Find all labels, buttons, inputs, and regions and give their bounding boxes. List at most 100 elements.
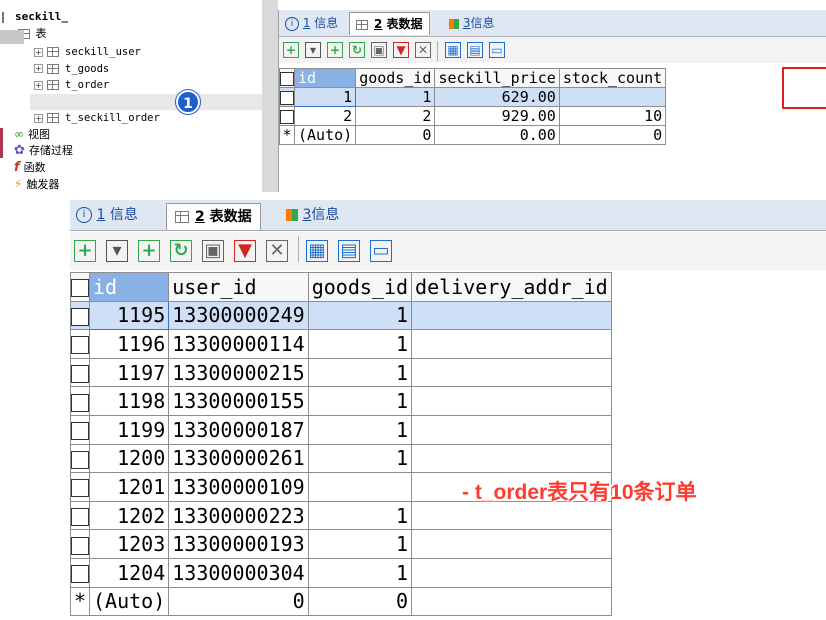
cell-id[interactable]: 1195: [88, 300, 170, 331]
row-checkbox[interactable]: [70, 386, 90, 416]
column-header-user-id[interactable]: user_id: [168, 272, 309, 302]
cell-id[interactable]: 1203: [88, 529, 170, 559]
cell-id[interactable]: 1204: [88, 557, 170, 588]
cell-seckill-price[interactable]: 929.00: [434, 106, 560, 126]
row-checkbox[interactable]: [70, 500, 90, 531]
cancel-icon[interactable]: ✕: [415, 42, 431, 58]
select-all-checkbox[interactable]: [279, 68, 295, 88]
table-row[interactable]: * (Auto) 0 0: [70, 586, 612, 617]
row-checkbox[interactable]: [70, 557, 90, 588]
table-row[interactable]: 1203 13300000193 1: [70, 529, 612, 559]
add-row-icon[interactable]: +: [74, 240, 96, 262]
tree-funcs[interactable]: f 函数: [2, 160, 46, 176]
row-checkbox[interactable]: [279, 106, 295, 126]
cell-delivery-addr-id[interactable]: [411, 557, 612, 588]
cell-goods-id[interactable]: [307, 472, 413, 502]
cell-stock-count[interactable]: [558, 87, 667, 107]
column-header-id[interactable]: id: [293, 68, 357, 88]
dropdown-icon[interactable]: ▾: [305, 42, 321, 58]
cell-goods-id[interactable]: 1: [307, 529, 413, 559]
cell-goods-id[interactable]: 0: [355, 125, 436, 145]
cell-user-id[interactable]: 13300000215: [168, 357, 309, 388]
cell-id[interactable]: (Auto): [88, 586, 170, 617]
column-header-delivery-addr-id[interactable]: delivery_addr_id: [411, 272, 612, 302]
refresh-icon[interactable]: ↻: [349, 42, 365, 58]
insert-row-icon[interactable]: +: [327, 42, 343, 58]
cell-delivery-addr-id[interactable]: [411, 357, 612, 388]
table-row[interactable]: 1198 13300000155 1: [70, 386, 612, 416]
dropdown-icon[interactable]: ▾: [106, 240, 128, 262]
cell-goods-id[interactable]: 0: [307, 586, 413, 617]
tree-views[interactable]: ∞ 视图: [2, 126, 50, 142]
insert-row-icon[interactable]: +: [138, 240, 160, 262]
table-row[interactable]: 1199 13300000187 1: [70, 414, 612, 445]
table-row[interactable]: 2 2 929.00 10: [279, 106, 667, 126]
cell-goods-id[interactable]: 1: [307, 443, 413, 474]
tree-table-item[interactable]: + t_order: [34, 77, 109, 93]
cell-seckill-price[interactable]: 629.00: [434, 87, 560, 107]
tab-table-data[interactable]: 2 表数据: [349, 12, 430, 35]
tab-info-3[interactable]: 3信息: [449, 12, 494, 34]
cell-id[interactable]: 1196: [88, 329, 170, 359]
cell-id[interactable]: (Auto): [293, 125, 357, 145]
refresh-icon[interactable]: ↻: [170, 240, 192, 262]
cell-user-id[interactable]: 13300000187: [168, 414, 309, 445]
row-checkbox[interactable]: [70, 443, 90, 474]
cell-delivery-addr-id[interactable]: [411, 300, 612, 331]
cell-goods-id[interactable]: 1: [307, 557, 413, 588]
tree-table-item[interactable]: + t_goods: [34, 61, 109, 77]
cell-goods-id[interactable]: 1: [307, 300, 413, 331]
delete-icon[interactable]: ▼: [393, 42, 409, 58]
cell-delivery-addr-id[interactable]: [411, 443, 612, 474]
column-header-goods-id[interactable]: goods_id: [307, 272, 413, 302]
tab-table-data[interactable]: 2 表数据: [166, 203, 261, 230]
table-row[interactable]: 1 1 629.00: [279, 87, 667, 107]
grid-view-icon[interactable]: ▦: [445, 42, 461, 58]
cell-goods-id[interactable]: 2: [355, 106, 436, 126]
cell-user-id[interactable]: 13300000193: [168, 529, 309, 559]
row-checkbox[interactable]: [70, 529, 90, 559]
cell-user-id[interactable]: 13300000109: [168, 472, 309, 502]
cell-goods-id[interactable]: 1: [355, 87, 436, 107]
cell-id[interactable]: 1202: [88, 500, 170, 531]
cancel-icon[interactable]: ✕: [266, 240, 288, 262]
tree-table-item[interactable]: + seckill_user: [34, 44, 141, 60]
tree-scroll-gutter[interactable]: [262, 0, 278, 192]
cell-user-id[interactable]: 13300000249: [168, 300, 309, 331]
cell-goods-id[interactable]: 1: [307, 386, 413, 416]
cell-id[interactable]: 1197: [88, 357, 170, 388]
cell-user-id[interactable]: 13300000114: [168, 329, 309, 359]
cell-delivery-addr-id[interactable]: [411, 414, 612, 445]
tree-triggers[interactable]: ⚡ 触发器: [2, 176, 59, 192]
cell-user-id[interactable]: 13300000223: [168, 500, 309, 531]
tab-info-3[interactable]: 3信息: [286, 203, 339, 227]
row-checkbox[interactable]: [70, 472, 90, 502]
tree-db[interactable]: seckill_: [2, 9, 68, 25]
cell-goods-id[interactable]: 1: [307, 329, 413, 359]
cell-delivery-addr-id[interactable]: [411, 329, 612, 359]
select-all-checkbox[interactable]: [70, 272, 90, 302]
cell-seckill-price[interactable]: 0.00: [434, 125, 560, 145]
save-icon[interactable]: ▣: [202, 240, 224, 262]
row-checkbox[interactable]: [279, 87, 295, 107]
grid-view-icon[interactable]: ▦: [306, 240, 328, 262]
cell-id[interactable]: 2: [293, 106, 357, 126]
table-row[interactable]: 1196 13300000114 1: [70, 329, 612, 359]
row-checkbox[interactable]: [70, 329, 90, 359]
add-row-icon[interactable]: +: [283, 42, 299, 58]
row-checkbox[interactable]: [70, 357, 90, 388]
cell-id[interactable]: 1: [293, 87, 357, 107]
cell-id[interactable]: 1201: [88, 472, 170, 502]
table-row[interactable]: 1200 13300000261 1: [70, 443, 612, 474]
table-row[interactable]: * (Auto) 0 0.00 0: [279, 125, 667, 145]
text-view-icon[interactable]: ▭: [489, 42, 505, 58]
tree-table-item[interactable]: + t_seckill_order: [34, 110, 160, 126]
cell-id[interactable]: 1200: [88, 443, 170, 474]
delete-icon[interactable]: ▼: [234, 240, 256, 262]
table-row[interactable]: 1195 13300000249 1: [70, 300, 612, 331]
cell-stock-count[interactable]: 10: [558, 106, 667, 126]
column-header-stock-count[interactable]: stock_count: [558, 68, 667, 88]
cell-delivery-addr-id[interactable]: [411, 586, 612, 617]
cell-goods-id[interactable]: 1: [307, 357, 413, 388]
tree-procs[interactable]: ✿ 存储过程: [2, 143, 73, 159]
